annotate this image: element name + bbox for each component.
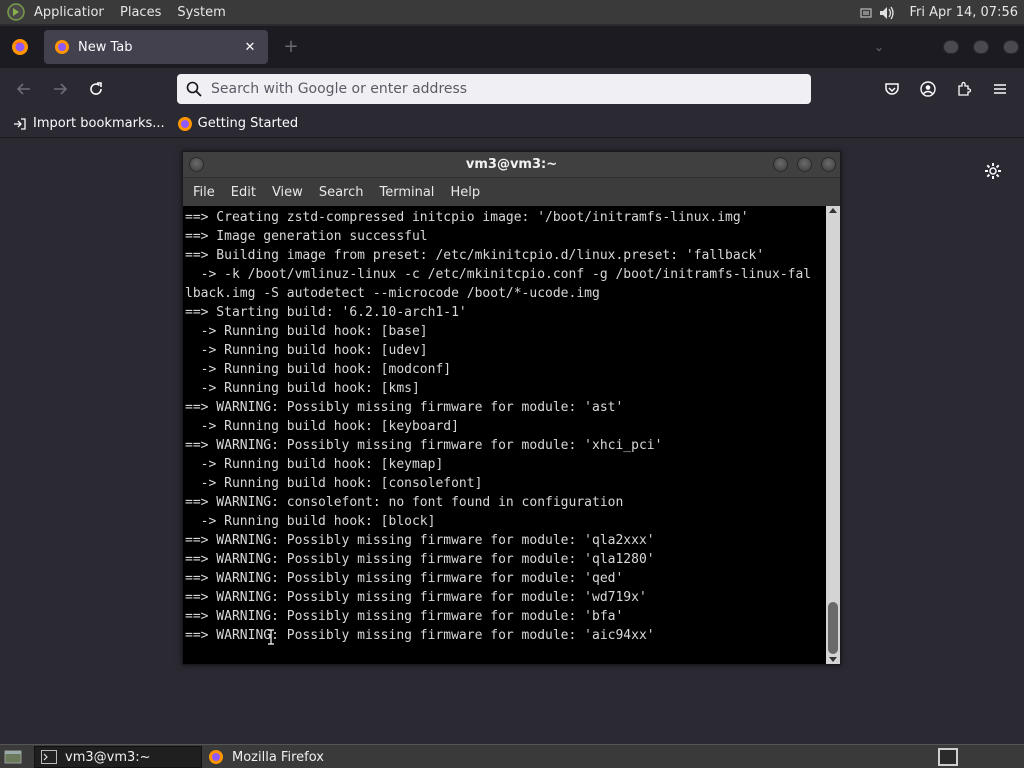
terminal-line: -> Running build hook: [consolefont] (185, 476, 483, 491)
terminal-line: -> Running build hook: [modconf] (185, 362, 452, 377)
close-window-button[interactable] (1003, 40, 1019, 54)
tab-new-tab[interactable]: New Tab ✕ (44, 30, 268, 64)
terminal-line: ==> Starting build: '6.2.10-arch1-1' (185, 305, 467, 320)
minimize-window-button[interactable] (943, 40, 959, 54)
terminal-line: ==> WARNING: consolefont: no font found … (185, 495, 624, 510)
terminal-line: -> -k /boot/vmlinuz-linux -c /etc/mkinit… (185, 267, 812, 282)
bookmark-import-label: Import bookmarks... (33, 116, 165, 131)
terminal-line: -> Running build hook: [keyboard] (185, 419, 459, 434)
account-icon[interactable] (915, 76, 941, 102)
terminal-line: ==> WARNING: Possibly missing firmware f… (185, 438, 663, 453)
terminal-titlebar[interactable]: vm3@vm3:~ (183, 152, 840, 178)
terminal-window[interactable]: vm3@vm3:~ File Edit View Search Terminal… (182, 151, 841, 665)
terminal-lines: ==> Creating zstd-compressed initcpio im… (183, 206, 826, 645)
bottom-taskbar: vm3@vm3:~ Mozilla Firefox (0, 744, 1024, 768)
tab-strip: New Tab ✕ + ⌄ (0, 26, 1024, 68)
terminal-icon (41, 749, 57, 765)
places-menu[interactable]: Places (112, 0, 169, 25)
terminal-line: -> Running build hook: [keymap] (185, 457, 444, 472)
tab-close-icon[interactable]: ✕ (242, 40, 258, 55)
terminal-line: ==> WARNING: Possibly missing firmware f… (185, 400, 624, 415)
scrollbar-thumb[interactable] (828, 602, 838, 654)
workspace-switcher[interactable] (938, 748, 958, 766)
search-icon (185, 80, 203, 98)
terminal-minimize-button[interactable] (773, 157, 788, 172)
firefox-view-icon[interactable] (0, 26, 40, 68)
terminal-line: ==> Image generation successful (185, 229, 428, 244)
bookmarks-toolbar: Import bookmarks... Getting Started (0, 110, 1024, 138)
bookmark-getting-started-label: Getting Started (197, 116, 299, 131)
terminal-line: ==> WARNING: Possibly missing firmware f… (185, 571, 624, 586)
terminal-line: ==> Creating zstd-compressed initcpio im… (185, 210, 749, 225)
terminal-menubar: File Edit View Search Terminal Help (183, 178, 840, 206)
menu-file[interactable]: File (185, 185, 223, 200)
reload-icon[interactable] (83, 76, 109, 102)
terminal-line: -> Running build hook: [base] (185, 324, 428, 339)
window-menu-button[interactable] (189, 157, 204, 172)
system-menu[interactable]: System (169, 0, 233, 25)
clock[interactable]: Fri Apr 14, 07:56 (903, 5, 1024, 20)
forward-arrow-icon[interactable] (47, 76, 73, 102)
distro-logo-icon[interactable] (6, 2, 26, 22)
taskbar-item-terminal[interactable]: vm3@vm3:~ (34, 746, 202, 768)
back-arrow-icon[interactable] (11, 76, 37, 102)
terminal-line: -> Running build hook: [kms] (185, 381, 420, 396)
pocket-icon[interactable] (879, 76, 905, 102)
gear-icon[interactable] (983, 161, 1003, 181)
navigation-toolbar (0, 68, 1024, 110)
terminal-line: ==> WARNING: Possibly missing firmware f… (185, 628, 655, 643)
address-bar[interactable] (177, 74, 811, 104)
terminal-line: lback.img -S autodetect --microcode /boo… (185, 286, 600, 301)
tab-title: New Tab (78, 39, 133, 55)
menu-view[interactable]: View (264, 185, 311, 200)
scroll-down-arrow-icon[interactable] (829, 657, 837, 662)
network-icon[interactable] (859, 6, 873, 20)
terminal-line: ==> Building image from preset: /etc/mki… (185, 248, 765, 263)
menu-help[interactable]: Help (442, 185, 488, 200)
terminal-line: -> Running build hook: [block] (185, 514, 436, 529)
list-all-tabs-icon[interactable]: ⌄ (868, 36, 890, 58)
terminal-line: -> Running build hook: [udev] (185, 343, 428, 358)
hamburger-menu-icon[interactable] (987, 76, 1013, 102)
maximize-window-button[interactable] (973, 40, 989, 54)
extensions-icon[interactable] (951, 76, 977, 102)
terminal-maximize-button[interactable] (797, 157, 812, 172)
terminal-line: ==> WARNING: Possibly missing firmware f… (185, 590, 647, 605)
menu-terminal[interactable]: Terminal (371, 185, 442, 200)
show-desktop-icon[interactable] (2, 746, 24, 768)
new-tab-button[interactable]: + (280, 36, 302, 58)
top-panel: Applications Places System Fri Apr 14, 0… (0, 0, 1024, 25)
terminal-title: vm3@vm3:~ (465, 157, 558, 172)
text-cursor-icon (268, 629, 274, 645)
terminal-output[interactable]: ==> Creating zstd-compressed initcpio im… (183, 206, 826, 664)
terminal-line: ==> WARNING: Possibly missing firmware f… (185, 533, 655, 548)
terminal-line: ==> WARNING: Possibly missing firmware f… (185, 552, 655, 567)
address-input[interactable] (211, 81, 811, 97)
firefox-icon (208, 749, 224, 765)
taskbar-item-label: Mozilla Firefox (232, 749, 324, 765)
volume-icon[interactable] (877, 3, 897, 23)
terminal-line: ==> WARNING: Possibly missing firmware f… (185, 609, 624, 624)
scroll-up-arrow-icon[interactable] (829, 208, 837, 213)
firefox-favicon-icon (54, 39, 70, 55)
import-icon (12, 116, 28, 132)
menu-search[interactable]: Search (311, 185, 372, 200)
menu-edit[interactable]: Edit (223, 185, 264, 200)
applications-menu[interactable]: Applications (32, 0, 104, 25)
terminal-close-button[interactable] (821, 157, 836, 172)
taskbar-item-firefox[interactable]: Mozilla Firefox (202, 746, 402, 768)
taskbar-item-label: vm3@vm3:~ (65, 749, 151, 765)
firefox-bookmark-icon (177, 116, 193, 132)
terminal-scrollbar[interactable] (826, 206, 840, 664)
bookmark-getting-started[interactable]: Getting Started (171, 112, 305, 136)
bookmark-import[interactable]: Import bookmarks... (6, 112, 171, 136)
